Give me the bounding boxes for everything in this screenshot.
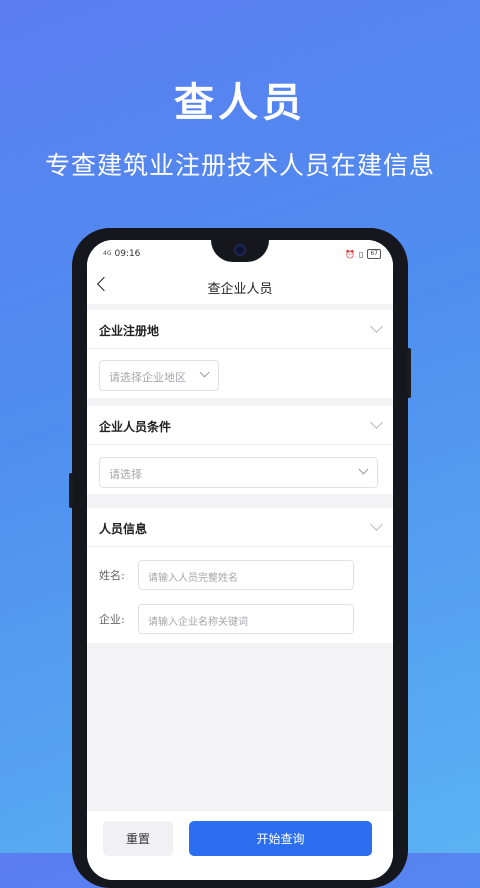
conditions-select-placeholder: 请选择 <box>109 468 142 481</box>
section-conditions-title: 企业人员条件 <box>99 420 172 434</box>
company-label: 企业: <box>99 613 125 626</box>
name-input[interactable]: 请输入人员完整姓名 <box>138 560 354 590</box>
vibrate-icon: ▯ <box>358 249 364 259</box>
region-select[interactable]: 请选择企业地区 <box>99 360 219 391</box>
section-conditions: 企业人员条件 请选择 <box>87 406 393 494</box>
search-button[interactable]: 开始查询 <box>189 821 372 856</box>
alarm-icon: ⏰ <box>344 249 355 259</box>
chevron-down-icon <box>199 367 210 378</box>
status-time: 09:16 <box>114 249 141 259</box>
chevron-down-icon[interactable] <box>370 416 383 429</box>
reset-button[interactable]: 重置 <box>103 821 173 856</box>
volume-button <box>407 348 411 398</box>
conditions-select[interactable]: 请选择 <box>99 457 378 488</box>
section-person: 人员信息 姓名: 请输入人员完整姓名 企业: 请输入企业名称关键词 <box>87 508 393 643</box>
section-conditions-header[interactable]: 企业人员条件 <box>87 406 393 445</box>
bottom-action-bar: 重置 开始查询 <box>87 810 393 880</box>
hero-title: 查人员 <box>174 80 306 126</box>
name-input-placeholder: 请输入人员完整姓名 <box>148 573 238 584</box>
page-title: 查企业人员 <box>207 282 273 297</box>
section-region: 企业注册地 请选择企业地区 <box>87 310 393 398</box>
section-region-title: 企业注册地 <box>99 324 160 338</box>
phone-screen: 4G 09:16 ⏰ ▯ 67 查企业人员 企业注册地 请选择企业地区 企业人员… <box>87 240 393 880</box>
camera-icon <box>234 244 246 256</box>
chevron-down-icon[interactable] <box>370 518 383 531</box>
hero-subtitle: 专查建筑业注册技术人员在建信息 <box>44 151 435 180</box>
company-input-placeholder: 请输入企业名称关键词 <box>148 617 248 628</box>
company-input[interactable]: 请输入企业名称关键词 <box>138 604 354 634</box>
name-label: 姓名: <box>99 569 125 582</box>
section-person-header[interactable]: 人员信息 <box>87 508 393 547</box>
chevron-down-icon <box>358 464 369 475</box>
navbar: 查企业人员 <box>87 268 393 304</box>
section-region-header[interactable]: 企业注册地 <box>87 310 393 349</box>
side-button <box>69 473 73 508</box>
region-select-placeholder: 请选择企业地区 <box>109 371 186 384</box>
chevron-down-icon[interactable] <box>370 320 383 333</box>
section-person-title: 人员信息 <box>99 522 148 536</box>
phone-frame: 4G 09:16 ⏰ ▯ 67 查企业人员 企业注册地 请选择企业地区 企业人员… <box>69 228 411 888</box>
battery-icon: 67 <box>367 249 381 259</box>
signal-icon: 4G <box>103 250 112 257</box>
